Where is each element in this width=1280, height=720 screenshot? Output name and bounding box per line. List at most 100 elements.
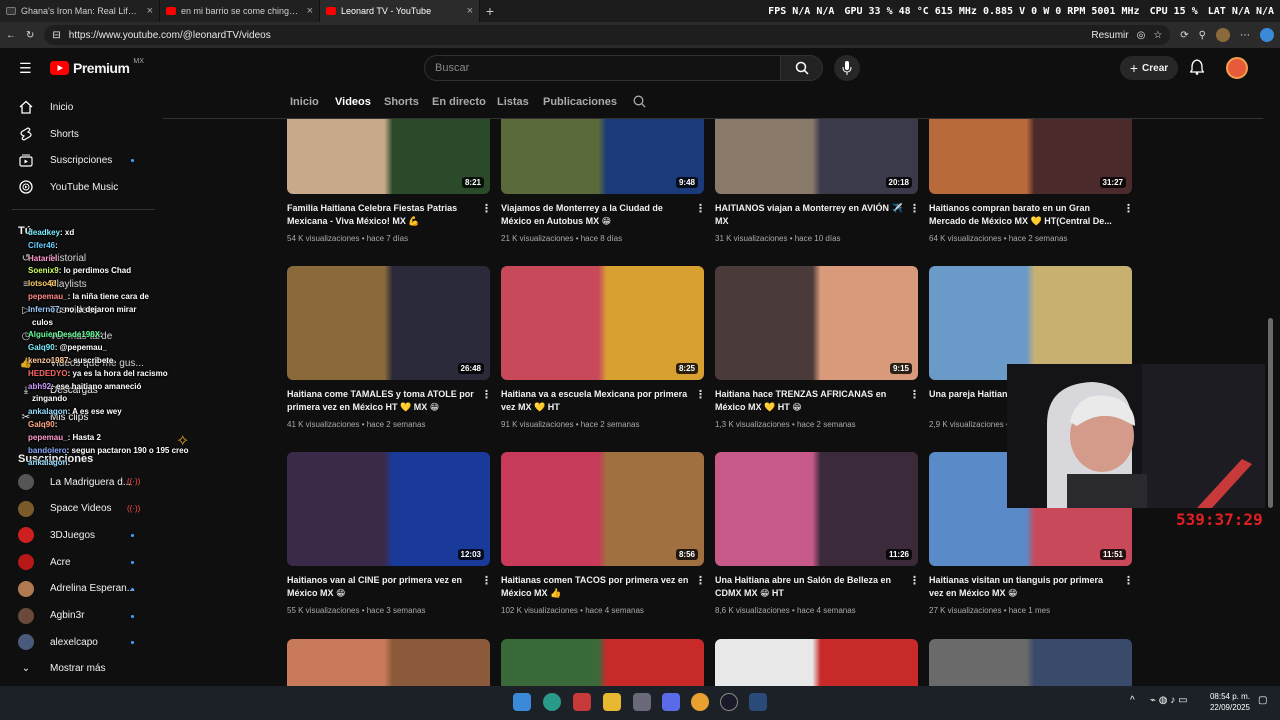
video-menu-icon[interactable]: ⋮ xyxy=(481,202,492,215)
tab-publicaciones[interactable]: Publicaciones xyxy=(543,96,617,108)
url-field[interactable]: ⊟ https://www.youtube.com/@leonardTV/vid… xyxy=(44,25,1171,45)
video-thumbnail[interactable]: 11:26 xyxy=(715,452,918,566)
sidebar-subscription-item[interactable]: La Madriguera d... xyxy=(18,470,131,494)
video-thumbnail[interactable]: 26:48 xyxy=(287,266,490,380)
browser-tab-active[interactable]: Leonard TV - YouTube × xyxy=(320,0,480,22)
browser-tab[interactable]: en mi barrio se come chingon - Yo × xyxy=(160,0,320,22)
channel-search-button[interactable] xyxy=(633,95,646,113)
video-menu-icon[interactable]: ⋮ xyxy=(909,574,920,587)
app-icon[interactable] xyxy=(633,693,651,711)
reload-icon[interactable]: ↻ xyxy=(26,30,34,41)
obs-icon[interactable] xyxy=(720,693,738,711)
video-thumbnail[interactable] xyxy=(929,266,1132,380)
voice-search-button[interactable] xyxy=(834,55,860,81)
sidebar-subscription-item[interactable]: Space Videos xyxy=(18,497,112,521)
discord-icon[interactable] xyxy=(662,693,680,711)
tray-chevron-icon[interactable]: ^ xyxy=(1130,695,1135,706)
file-explorer-icon[interactable] xyxy=(603,693,621,711)
browser-tab[interactable]: Ghana's Iron Man: Real Life Waka × xyxy=(0,0,160,22)
menu-dots-icon[interactable]: ⋯ xyxy=(1240,30,1250,41)
video-menu-icon[interactable]: ⋮ xyxy=(481,388,492,401)
tab-listas[interactable]: Listas xyxy=(497,96,529,108)
video-menu-icon[interactable]: ⋮ xyxy=(695,388,706,401)
video-title[interactable]: Haitianas comen TACOS por primera vez en… xyxy=(501,574,691,600)
back-icon[interactable]: ← xyxy=(6,30,16,41)
video-thumbnail[interactable]: 9:48 xyxy=(501,119,704,194)
steam-icon[interactable] xyxy=(749,693,767,711)
notifications-button[interactable] xyxy=(1189,59,1205,80)
sidebar-subscription-item[interactable]: Agbin3r xyxy=(18,604,84,628)
video-menu-icon[interactable]: ⋮ xyxy=(909,388,920,401)
edge-browser-icon[interactable] xyxy=(543,693,561,711)
page-scrollbar[interactable] xyxy=(1268,318,1273,508)
sidebar-item-shorts[interactable]: Shorts xyxy=(18,121,79,147)
chrome-icon[interactable] xyxy=(691,693,709,711)
account-avatar[interactable] xyxy=(1226,57,1248,79)
tab-shorts[interactable]: Shorts xyxy=(384,96,419,108)
video-menu-icon[interactable]: ⋮ xyxy=(695,574,706,587)
start-windows-icon[interactable] xyxy=(513,693,531,711)
summarize-button[interactable]: Resumir xyxy=(1091,30,1128,41)
video-menu-icon[interactable]: ⋮ xyxy=(481,574,492,587)
search-input[interactable]: Buscar xyxy=(424,55,781,81)
video-thumbnail[interactable]: 8:21 xyxy=(287,119,490,194)
tab-videos[interactable]: Videos xyxy=(335,96,371,108)
video-menu-icon[interactable]: ⋮ xyxy=(909,202,920,215)
tab-inicio[interactable]: Inicio xyxy=(290,96,319,108)
sidebar-item-youtube-music[interactable]: YouTube Music xyxy=(18,174,118,200)
extensions-icon[interactable]: ⟳ xyxy=(1180,30,1188,41)
chat-username: ankalagon xyxy=(28,407,68,417)
search-button[interactable] xyxy=(781,55,823,81)
sidebar-item-home[interactable]: Inicio xyxy=(18,94,73,120)
reader-icon[interactable]: ◎ xyxy=(1137,30,1146,41)
sidebar-item-subscriptions[interactable]: Suscripciones xyxy=(18,147,112,173)
video-thumbnail[interactable]: 9:15 xyxy=(715,266,918,380)
video-thumbnail[interactable]: 20:18 xyxy=(715,119,918,194)
video-title[interactable]: Haitianos compran barato en un Gran Merc… xyxy=(929,202,1119,228)
video-duration-badge: 20:18 xyxy=(885,177,912,188)
video-thumbnail[interactable] xyxy=(929,639,1132,686)
close-tab-icon[interactable]: × xyxy=(147,5,153,17)
sidebar-subscription-item[interactable]: alexelcapo xyxy=(18,630,98,654)
video-menu-icon[interactable]: ⋮ xyxy=(695,202,706,215)
video-thumbnail[interactable]: 31:27 xyxy=(929,119,1132,194)
site-info-icon[interactable]: ⊟ xyxy=(52,30,60,41)
system-clock[interactable]: 08:54 p. m. 22/09/2025 xyxy=(1210,691,1250,713)
video-menu-icon[interactable]: ⋮ xyxy=(1123,574,1134,587)
tab-en-directo[interactable]: En directo xyxy=(432,96,486,108)
video-title[interactable]: Haitiana va a escuela Mexicana por prime… xyxy=(501,388,691,414)
sidebar-subscription-item[interactable]: Acre xyxy=(18,550,71,574)
close-tab-icon[interactable]: × xyxy=(467,5,473,17)
create-button[interactable]: + Crear xyxy=(1120,56,1178,80)
notification-icon[interactable]: ▢ xyxy=(1258,695,1267,706)
sidebar-subscription-item[interactable]: 3DJuegos xyxy=(18,523,95,547)
video-title[interactable]: Familia Haitiana Celebra Fiestas Patrias… xyxy=(287,202,477,228)
video-thumbnail[interactable] xyxy=(287,639,490,686)
video-title[interactable]: Haitiana come TAMALES y toma ATOLE por p… xyxy=(287,388,477,414)
sidebar-subscription-item[interactable]: Adrelina Esperan... xyxy=(18,577,135,601)
video-title[interactable]: Haitianos van al CINE por primera vez en… xyxy=(287,574,477,600)
video-thumbnail[interactable] xyxy=(501,639,704,686)
video-title[interactable]: HAITIANOS viajan a Monterrey en AVIÓN ✈️… xyxy=(715,202,905,228)
tray-icons[interactable]: ⌁ ◍ ♪ ▭ xyxy=(1150,695,1188,706)
video-thumbnail[interactable]: 8:56 xyxy=(501,452,704,566)
video-meta: 27 K visualizaciones • hace 1 mes xyxy=(929,606,1129,615)
video-title[interactable]: Una Haitiana abre un Salón de Belleza en… xyxy=(715,574,905,600)
video-title[interactable]: Viajamos de Monterrey a la Ciudad de Méx… xyxy=(501,202,691,228)
video-thumbnail[interactable] xyxy=(715,639,918,686)
video-title[interactable]: Haitiana hace TRENZAS AFRICANAS en Méxic… xyxy=(715,388,905,414)
video-menu-icon[interactable]: ⋮ xyxy=(1123,202,1134,215)
video-thumbnail[interactable]: 12:03 xyxy=(287,452,490,566)
close-tab-icon[interactable]: × xyxy=(307,5,313,17)
pin-icon[interactable]: ⚲ xyxy=(1199,30,1206,41)
app-icon[interactable] xyxy=(573,693,591,711)
new-tab-button[interactable]: + xyxy=(480,3,500,19)
hamburger-menu-icon[interactable]: ☰ xyxy=(19,60,32,77)
show-more-button[interactable]: ⌄ Mostrar más xyxy=(18,655,106,681)
star-icon[interactable]: ☆ xyxy=(1153,30,1162,41)
copilot-icon[interactable] xyxy=(1260,28,1274,42)
youtube-logo[interactable]: Premium MX xyxy=(50,58,144,76)
profile-avatar[interactable] xyxy=(1216,28,1230,42)
video-title[interactable]: Haitianas visitan un tianguis por primer… xyxy=(929,574,1119,600)
video-thumbnail[interactable]: 8:25 xyxy=(501,266,704,380)
